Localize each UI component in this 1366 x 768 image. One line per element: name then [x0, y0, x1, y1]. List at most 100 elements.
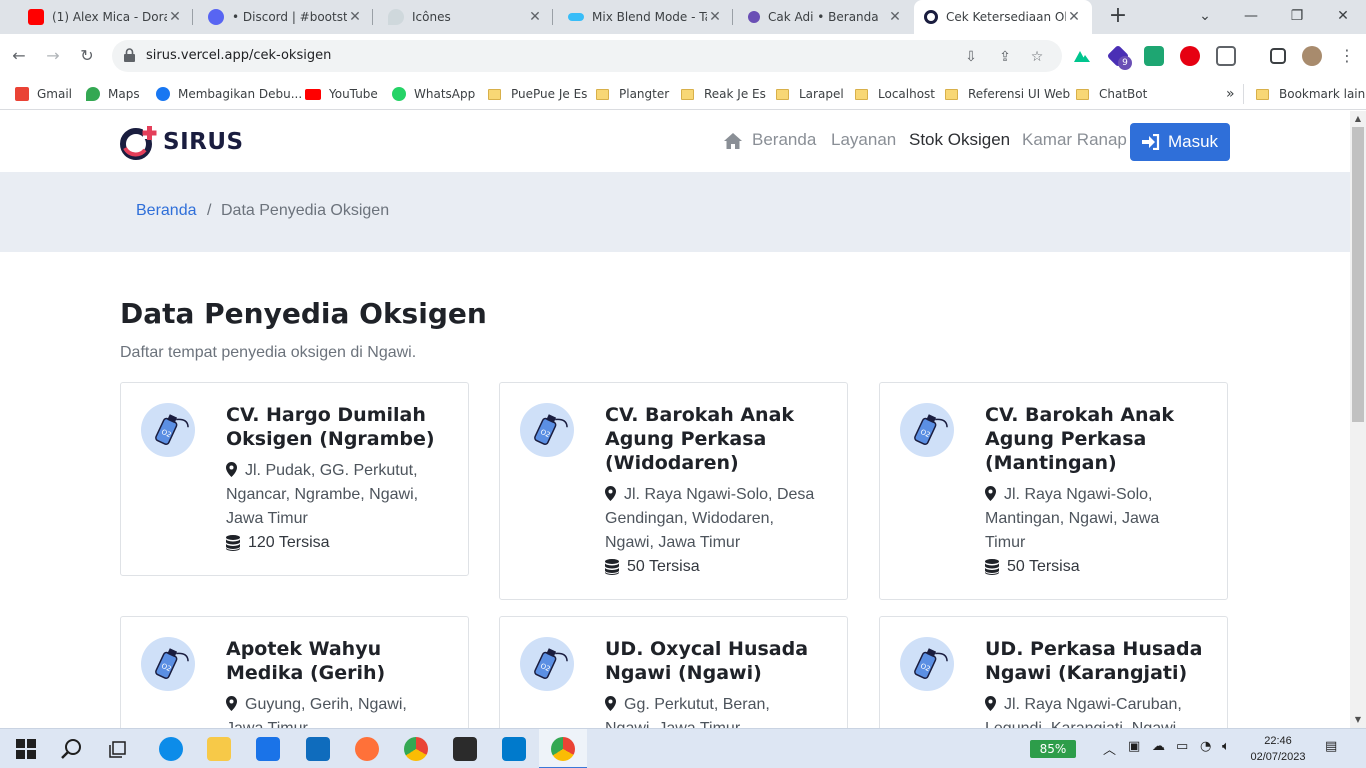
folder-icon	[596, 88, 609, 100]
bookmark-folder[interactable]: Referensi UI Web	[945, 85, 1070, 103]
install-app-icon[interactable]: ⇩	[962, 48, 980, 66]
edge-icon[interactable]	[159, 737, 183, 761]
oxygen-tank-icon: O2	[520, 403, 574, 457]
cloud-icon[interactable]: ☁	[1152, 739, 1165, 754]
provider-address: Jl. Raya Ngawi-Solo, Mantingan, Ngawi, J…	[985, 483, 1200, 555]
close-tab-icon[interactable]: ✕	[1066, 9, 1082, 25]
close-tab-icon[interactable]: ✕	[347, 9, 363, 25]
sirus-logo-icon	[120, 126, 157, 160]
browser-tab-active[interactable]: Cek Ketersediaan Ok ✕	[914, 0, 1092, 34]
provider-card[interactable]: O2 CV. Barokah Anak Agung Perkasa (Widod…	[499, 382, 848, 600]
browser-tab[interactable]: Icônes ✕	[378, 0, 553, 34]
provider-card[interactable]: O2 Apotek Wahyu Medika (Gerih) Guyung, G…	[120, 616, 469, 728]
close-tab-icon[interactable]: ✕	[167, 9, 183, 25]
restore-button[interactable]: ❐	[1274, 0, 1320, 34]
discord-icon	[208, 9, 224, 25]
tab-title: • Discord | #bootstra	[232, 10, 347, 24]
tab-search-button[interactable]: ⌄	[1182, 0, 1228, 34]
windows-start-icon[interactable]	[14, 737, 38, 761]
battery-indicator[interactable]: 85%	[1030, 740, 1076, 758]
bookmark-label: Referensi UI Web	[968, 87, 1071, 101]
nav-layanan[interactable]: Layanan	[831, 130, 896, 150]
store-icon[interactable]	[256, 737, 280, 761]
extension-icon[interactable]	[1180, 46, 1200, 66]
browser-tab[interactable]: Cak Adi • Beranda ✕	[738, 0, 913, 34]
more-bookmarks-button[interactable]: »	[1226, 85, 1235, 103]
terminal-icon[interactable]	[453, 737, 477, 761]
address-bar[interactable]: sirus.vercel.app/cek-oksigen ⇩ ⇪ ☆	[112, 40, 1062, 72]
breadcrumb-home[interactable]: Beranda	[136, 202, 197, 220]
wifi-icon[interactable]: ◔	[1200, 739, 1211, 754]
chrome-icon[interactable]	[404, 737, 428, 761]
scroll-down-arrow[interactable]: ▼	[1350, 712, 1366, 728]
bookmark-label: WhatsApp	[414, 87, 476, 101]
bookmark-gmail[interactable]: Gmail	[15, 85, 72, 103]
other-bookmarks[interactable]: Bookmark lain	[1256, 85, 1365, 103]
firefox-icon[interactable]	[355, 737, 379, 761]
bookmark-folder[interactable]: Plangter	[596, 85, 669, 103]
nav-beranda[interactable]: Beranda	[752, 130, 816, 150]
chevron-up-icon[interactable]: ︿	[1103, 739, 1116, 758]
new-tab-button[interactable]: +	[1104, 3, 1132, 31]
task-view-icon[interactable]	[108, 737, 132, 761]
bookmark-folder[interactable]: PuePue Je Es	[488, 85, 587, 103]
bookmark-facebook[interactable]: Membagikan Debu...	[156, 85, 302, 103]
puzzle-icon[interactable]	[1216, 46, 1236, 66]
close-tab-icon[interactable]: ✕	[707, 9, 723, 25]
avatar[interactable]	[1302, 46, 1322, 66]
reload-button[interactable]: ↻	[73, 42, 101, 70]
breadcrumb: Beranda / Data Penyedia Oksigen	[0, 172, 1350, 252]
browser-tab[interactable]: Mix Blend Mode - Ta ✕	[558, 0, 733, 34]
menu-icon[interactable]: ⋮	[1333, 42, 1361, 70]
provider-card[interactable]: O2 UD. Perkasa Husada Ngawi (Karangjati)…	[879, 616, 1228, 728]
notification-icon[interactable]: ▤	[1325, 739, 1337, 754]
scroll-up-arrow[interactable]: ▲	[1350, 111, 1366, 127]
bookmark-star-icon[interactable]: ☆	[1028, 48, 1046, 66]
close-window-button[interactable]: ✕	[1320, 0, 1366, 34]
volume-icon[interactable]: 🔈︎	[1222, 739, 1230, 754]
bookmark-folder[interactable]: Localhost	[855, 85, 935, 103]
device-icon[interactable]: ▣	[1128, 739, 1140, 754]
system-clock[interactable]: 22:46 02/07/2023	[1246, 733, 1310, 765]
search-icon[interactable]	[60, 737, 84, 761]
nuxt-extension-icon[interactable]	[1072, 46, 1092, 66]
provider-card[interactable]: O2 CV. Hargo Dumilah Oksigen (Ngrambe) J…	[120, 382, 469, 576]
back-button[interactable]: ←	[5, 42, 33, 70]
brand-logo[interactable]: SIRUS	[119, 125, 244, 160]
provider-card[interactable]: O2 UD. Oxycal Husada Ngawi (Ngawi) Gg. P…	[499, 616, 848, 728]
home-icon	[724, 133, 742, 149]
provider-address: Guyung, Gerih, Ngawi, Jawa Timur	[226, 693, 441, 728]
nav-stok-oksigen[interactable]: Stok Oksigen	[909, 130, 1010, 150]
provider-card[interactable]: O2 CV. Barokah Anak Agung Perkasa (Manti…	[879, 382, 1228, 600]
bookmark-folder[interactable]: Reak Je Es	[681, 85, 766, 103]
file-explorer-icon[interactable]	[207, 737, 231, 761]
bookmark-label: Bookmark lain	[1279, 87, 1366, 101]
bookmark-folder[interactable]: Larapel	[776, 85, 844, 103]
mail-icon[interactable]	[306, 737, 330, 761]
map-pin-icon	[985, 696, 996, 711]
minimize-button[interactable]: —	[1228, 0, 1274, 34]
browser-tab[interactable]: • Discord | #bootstra ✕	[198, 0, 373, 34]
nav-kamar-ranap[interactable]: Kamar Ranap	[1022, 130, 1127, 150]
bookmark-maps[interactable]: Maps	[86, 85, 140, 103]
vscode-icon[interactable]	[502, 737, 526, 761]
battery-icon[interactable]: ▭	[1176, 739, 1188, 754]
side-panel-icon[interactable]	[1270, 48, 1286, 64]
bookmark-folder[interactable]: ChatBot	[1076, 85, 1147, 103]
page-scrollbar[interactable]: ▲ ▼	[1350, 111, 1366, 728]
login-button[interactable]: Masuk	[1130, 123, 1230, 161]
share-icon[interactable]: ⇪	[996, 48, 1014, 66]
oxygen-tank-icon: O2	[900, 637, 954, 691]
close-tab-icon[interactable]: ✕	[887, 9, 903, 25]
scrollbar-thumb[interactable]	[1352, 127, 1364, 422]
provider-address-text: Jl. Raya Ngawi-Solo, Mantingan, Ngawi, J…	[985, 486, 1160, 551]
extension-icon[interactable]	[1144, 46, 1164, 66]
provider-address: Gg. Perkutut, Beran, Ngawi, Jawa Timur	[605, 693, 820, 728]
bookmark-whatsapp[interactable]: WhatsApp	[392, 85, 475, 103]
bookmark-youtube[interactable]: YouTube	[305, 85, 378, 103]
close-tab-icon[interactable]: ✕	[527, 9, 543, 25]
browser-tab[interactable]: (1) Alex Mica - Dora ✕	[18, 0, 193, 34]
bookmark-label: ChatBot	[1099, 87, 1148, 101]
forward-button[interactable]: →	[39, 42, 67, 70]
chrome-profile-icon[interactable]	[551, 737, 575, 761]
